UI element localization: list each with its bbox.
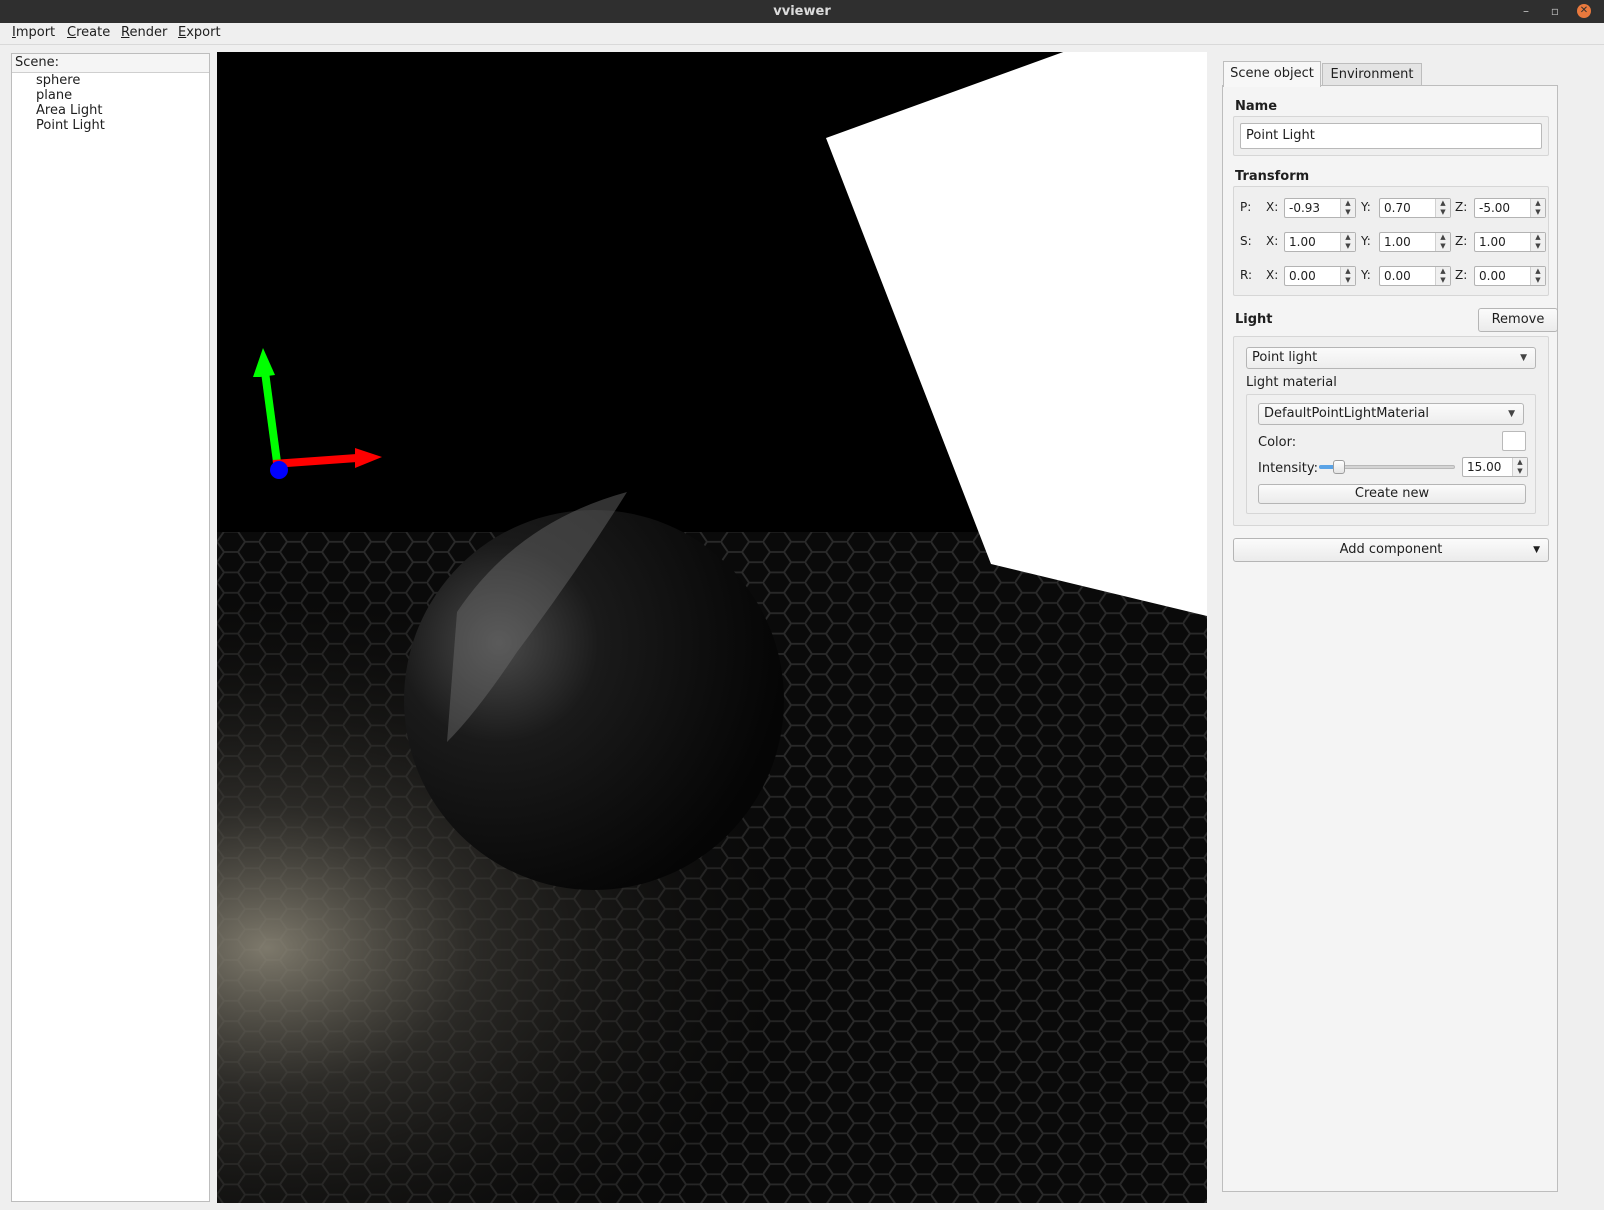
- chevron-down-icon: ▼: [1520, 353, 1527, 363]
- position-label: P:: [1240, 200, 1252, 214]
- material-select[interactable]: DefaultPointLightMaterial ▼: [1258, 403, 1524, 425]
- position-z-label: Z:: [1455, 200, 1468, 214]
- rotation-y-spinbox[interactable]: 0.00 ▲ ▼: [1379, 266, 1451, 286]
- spin-arrows-icon[interactable]: ▲ ▼: [1435, 233, 1450, 251]
- light-type-select[interactable]: Point light ▼: [1246, 347, 1536, 369]
- intensity-spinbox[interactable]: 15.00 ▲ ▼: [1462, 457, 1528, 477]
- add-component-button[interactable]: Add component ▼: [1233, 538, 1549, 562]
- menu-bar: Import Create Render Export: [0, 23, 1604, 45]
- spin-arrows-icon[interactable]: ▲ ▼: [1340, 267, 1355, 285]
- render-viewport[interactable]: [217, 52, 1207, 1203]
- light-material-label: Light material: [1246, 375, 1337, 390]
- scale-label: S:: [1240, 234, 1252, 248]
- menu-create[interactable]: Create: [67, 25, 110, 40]
- window-title: vviewer: [773, 4, 831, 19]
- light-material-group: DefaultPointLightMaterial ▼ Color: Intens…: [1246, 394, 1536, 514]
- tab-scene-object[interactable]: Scene object: [1223, 61, 1321, 87]
- chevron-down-icon: ▼: [1533, 545, 1540, 555]
- scale-y-spinbox[interactable]: 1.00 ▲ ▼: [1379, 232, 1451, 252]
- name-label: Name: [1235, 99, 1278, 114]
- position-z-spinbox[interactable]: -5.00 ▲ ▼: [1474, 198, 1546, 218]
- name-field[interactable]: Point Light: [1240, 123, 1542, 149]
- scene-tree[interactable]: Scene: sphere plane Area Light Point Lig…: [11, 53, 210, 1202]
- tab-environment[interactable]: Environment: [1322, 63, 1422, 85]
- gizmo-x-arrow: [355, 448, 382, 468]
- spin-arrows-icon[interactable]: ▲ ▼: [1530, 233, 1545, 251]
- close-icon[interactable]: ✕: [1577, 4, 1591, 18]
- spin-arrows-icon[interactable]: ▲ ▼: [1530, 267, 1545, 285]
- scale-y-label: Y:: [1361, 234, 1371, 248]
- position-x-label: X:: [1266, 200, 1279, 214]
- rotation-x-spinbox[interactable]: 0.00 ▲ ▼: [1284, 266, 1356, 286]
- spin-arrows-icon[interactable]: ▲ ▼: [1435, 267, 1450, 285]
- maximize-icon[interactable]: ▫: [1548, 4, 1562, 18]
- position-x-spinbox[interactable]: -0.93 ▲ ▼: [1284, 198, 1356, 218]
- gizmo-y-axis: [261, 371, 281, 463]
- menu-export[interactable]: Export: [178, 25, 221, 40]
- spin-arrows-icon[interactable]: ▲ ▼: [1435, 199, 1450, 217]
- chevron-down-icon: ▼: [1508, 409, 1515, 419]
- color-swatch[interactable]: [1502, 431, 1526, 451]
- rotation-label: R:: [1240, 268, 1253, 282]
- scale-x-spinbox[interactable]: 1.00 ▲ ▼: [1284, 232, 1356, 252]
- transform-group: P: X: -0.93 ▲ ▼ Y: 0.70 ▲ ▼ Z: -5.00 ▲ ▼ S: X:…: [1233, 186, 1549, 296]
- light-group: Point light ▼ Light material DefaultPoint…: [1233, 336, 1549, 526]
- color-label: Color:: [1258, 435, 1297, 450]
- rotation-y-label: Y:: [1361, 268, 1371, 282]
- spin-arrows-icon[interactable]: ▲ ▼: [1530, 199, 1545, 217]
- position-y-label: Y:: [1361, 200, 1371, 214]
- scene-item-area-light[interactable]: Area Light: [12, 103, 209, 118]
- title-bar: vviewer – ▫ ✕: [0, 0, 1604, 23]
- gizmo-z-axis: [270, 461, 288, 479]
- menu-render[interactable]: Render: [121, 25, 167, 40]
- intensity-slider-handle[interactable]: [1333, 460, 1345, 474]
- gizmo-y-arrow: [253, 348, 275, 377]
- rotation-z-spinbox[interactable]: 0.00 ▲ ▼: [1474, 266, 1546, 286]
- viewport-scene: [217, 52, 1207, 1203]
- properties-panel: Name Point Light Transform P: X: -0.93 ▲ ▼…: [1222, 85, 1558, 1192]
- create-new-button[interactable]: Create new: [1258, 484, 1526, 504]
- scene-item-point-light[interactable]: Point Light: [12, 118, 209, 133]
- remove-button[interactable]: Remove: [1478, 308, 1558, 332]
- intensity-label: Intensity:: [1258, 461, 1319, 476]
- scale-x-label: X:: [1266, 234, 1279, 248]
- scene-tree-header: Scene:: [12, 54, 209, 73]
- scene-item-plane[interactable]: plane: [12, 88, 209, 103]
- area-light-quad: [826, 52, 1207, 616]
- scale-z-label: Z:: [1455, 234, 1468, 248]
- spin-arrows-icon[interactable]: ▲ ▼: [1340, 233, 1355, 251]
- name-group: Point Light: [1233, 116, 1549, 156]
- transform-label: Transform: [1235, 169, 1310, 184]
- menu-import[interactable]: Import: [12, 25, 55, 40]
- rotation-z-label: Z:: [1455, 268, 1468, 282]
- scale-z-spinbox[interactable]: 1.00 ▲ ▼: [1474, 232, 1546, 252]
- rotation-x-label: X:: [1266, 268, 1279, 282]
- minimize-icon[interactable]: –: [1519, 4, 1533, 18]
- spin-arrows-icon[interactable]: ▲ ▼: [1340, 199, 1355, 217]
- light-label: Light: [1235, 312, 1273, 327]
- position-y-spinbox[interactable]: 0.70 ▲ ▼: [1379, 198, 1451, 218]
- scene-item-sphere[interactable]: sphere: [12, 73, 209, 88]
- gizmo-x-axis: [272, 454, 358, 468]
- spin-arrows-icon[interactable]: ▲ ▼: [1512, 458, 1527, 476]
